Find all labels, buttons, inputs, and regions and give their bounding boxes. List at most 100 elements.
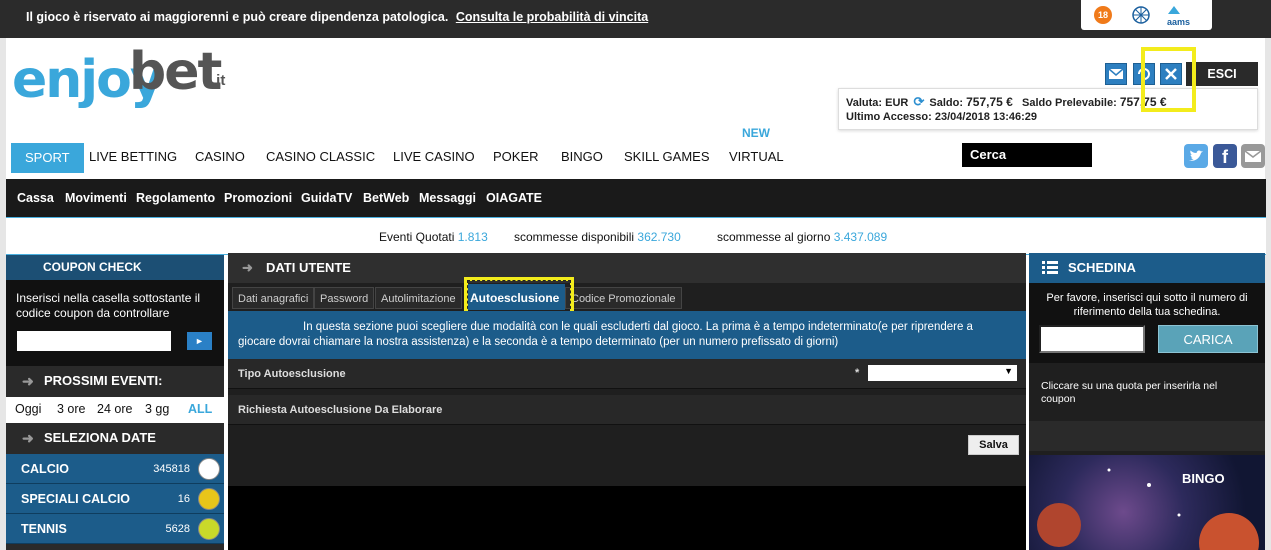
nav-casino[interactable]: CASINO bbox=[195, 141, 245, 173]
right-page-border bbox=[1265, 38, 1271, 550]
user-data-title: DATI UTENTE bbox=[266, 260, 351, 275]
sport-row-speciali-calcio[interactable]: SPECIALI CALCIO 16 bbox=[6, 484, 224, 514]
coupon-check-text: Inserisci nella casella sottostante il c… bbox=[16, 291, 201, 320]
subnav-betweb[interactable]: BetWeb bbox=[363, 191, 409, 205]
subnav-promozioni[interactable]: Promozioni bbox=[224, 191, 292, 205]
facebook-icon[interactable]: f bbox=[1213, 144, 1237, 168]
stat-available-label: scommesse disponibili bbox=[514, 230, 635, 244]
stat-events-value: 1.813 bbox=[457, 230, 488, 244]
subnav-messaggi[interactable]: Messaggi bbox=[419, 191, 476, 205]
exclusion-type-row: Tipo Autoesclusione * ▼ bbox=[228, 359, 1026, 389]
pending-request-label: Richiesta Autoesclusione Da Elaborare bbox=[238, 404, 443, 416]
odds-link[interactable]: Consulta le probabilità di vincita bbox=[456, 10, 648, 24]
mail-icon bbox=[1108, 68, 1124, 79]
coupon-submit-button[interactable]: ► bbox=[187, 332, 212, 350]
envelope-icon bbox=[1244, 150, 1262, 162]
special-soccer-icon bbox=[198, 488, 220, 510]
search-input[interactable]: Cerca bbox=[962, 143, 1092, 167]
left-sidebar: COUPON CHECK Inserisci nella casella sot… bbox=[6, 255, 224, 550]
user-data-panel: ➜ DATI UTENTE Dati anagrafici Password A… bbox=[228, 253, 1026, 550]
aams-mark-icon bbox=[1168, 6, 1180, 14]
tab-dati-anagrafici[interactable]: Dati anagrafici bbox=[232, 287, 315, 309]
sport-name: TENNIS bbox=[21, 522, 67, 536]
user-data-header: ➜ DATI UTENTE bbox=[228, 253, 1026, 283]
last-access-label: Ultimo Accesso: bbox=[846, 111, 932, 123]
nav-poker[interactable]: POKER bbox=[493, 141, 539, 173]
betslip-reference-input[interactable] bbox=[1039, 325, 1145, 353]
account-balance-row: Valuta: EUR ⟳ Saldo: 757,75 € Saldo Prel… bbox=[846, 94, 1167, 110]
save-button[interactable]: Salva bbox=[968, 435, 1019, 455]
nav-live-casino[interactable]: LIVE CASINO bbox=[393, 141, 475, 173]
filter-24h[interactable]: 24 ore bbox=[97, 402, 132, 416]
nav-bingo[interactable]: BINGO bbox=[561, 141, 603, 173]
required-mark: * bbox=[855, 367, 860, 379]
logout-button[interactable]: ESCI bbox=[1186, 62, 1258, 86]
sport-row-calcio[interactable]: CALCIO 345818 bbox=[6, 454, 224, 484]
subnav-oiagate[interactable]: OIAGATE bbox=[486, 191, 542, 205]
stat-available: scommesse disponibili 362.730 bbox=[514, 230, 681, 244]
logo-part-bet: bet bbox=[129, 42, 222, 102]
balance-label: Saldo: bbox=[929, 97, 964, 109]
tab-autolimitazione[interactable]: Autolimitazione bbox=[375, 287, 462, 309]
nav-virtual[interactable]: VIRTUAL bbox=[729, 141, 784, 173]
warning-message: Il gioco è riservato ai maggiorenni e pu… bbox=[26, 10, 449, 24]
balance-value: 757,75 € bbox=[966, 95, 1013, 109]
panel-footer-area bbox=[228, 486, 1026, 550]
self-exclusion-info: In questa sezione puoi scegliere due mod… bbox=[228, 311, 1026, 359]
refresh-balance-icon[interactable]: ⟳ bbox=[913, 94, 924, 109]
nav-skill-games[interactable]: SKILL GAMES bbox=[624, 141, 710, 173]
coupon-code-input[interactable] bbox=[17, 331, 171, 351]
betslip-hint-text: Cliccare su una quota per inserirla nel … bbox=[1041, 380, 1218, 405]
soccer-ball-icon bbox=[198, 458, 220, 480]
age-warning-text: Il gioco è riservato ai maggiorenni e pu… bbox=[26, 10, 648, 24]
new-badge: NEW bbox=[742, 126, 770, 140]
tab-codice-promozionale[interactable]: Codice Promozionale bbox=[565, 287, 682, 309]
info-line-1: In questa sezione puoi scegliere due mod… bbox=[303, 321, 973, 333]
sport-count: 345818 bbox=[153, 463, 190, 475]
tab-password[interactable]: Password bbox=[314, 287, 375, 309]
filter-3h[interactable]: 3 ore bbox=[57, 402, 86, 416]
bingo-promo-banner[interactable]: BINGO bbox=[1029, 455, 1265, 550]
filter-3d[interactable]: 3 gg bbox=[145, 402, 169, 416]
exclusion-type-label: Tipo Autoesclusione bbox=[238, 368, 346, 380]
nav-sport[interactable]: SPORT bbox=[11, 143, 84, 173]
sport-name: CALCIO bbox=[21, 462, 69, 476]
subnav-cassa[interactable]: Cassa bbox=[17, 191, 54, 205]
upcoming-arrow-icon: ➜ bbox=[22, 373, 34, 389]
subnav-movimenti[interactable]: Movimenti bbox=[65, 191, 127, 205]
sport-row-tennis[interactable]: TENNIS 5628 bbox=[6, 514, 224, 544]
betslip-hint: Cliccare su una quota per inserirla nel … bbox=[1029, 370, 1265, 418]
nav-casino-classic[interactable]: CASINO CLASSIC bbox=[266, 141, 375, 173]
bingo-banner-label: BINGO bbox=[1182, 471, 1225, 486]
filter-all[interactable]: ALL bbox=[188, 402, 212, 416]
page: Il gioco è riservato ai maggiorenni e pu… bbox=[0, 0, 1271, 550]
sport-name: SPECIALI CALCIO bbox=[21, 492, 131, 506]
select-dates-title: SELEZIONA DATE bbox=[44, 430, 156, 445]
messages-button[interactable] bbox=[1105, 63, 1127, 85]
filter-today[interactable]: Oggi bbox=[15, 402, 41, 416]
stat-available-value: 362.730 bbox=[637, 230, 681, 244]
nav-live-betting[interactable]: LIVE BETTING bbox=[89, 141, 177, 173]
coupon-check-title: COUPON CHECK bbox=[6, 255, 224, 280]
select-dates-header[interactable]: ➜ SELEZIONA DATE bbox=[6, 423, 224, 453]
betslip-title: SCHEDINA bbox=[1068, 260, 1136, 275]
currency-label: Valuta: bbox=[846, 97, 883, 109]
upcoming-events-header[interactable]: ➜ PROSSIMI EVENTI: bbox=[6, 366, 224, 396]
enjoybet-logo[interactable]: enjoy bet .it bbox=[12, 42, 252, 122]
twitter-icon[interactable] bbox=[1184, 144, 1208, 168]
betslip-instructions: Per favore, inserisci qui sotto il numer… bbox=[1046, 292, 1248, 318]
subnav-guidatv[interactable]: GuidaTV bbox=[301, 191, 352, 205]
dates-arrow-icon: ➜ bbox=[22, 430, 34, 446]
stat-daily-value: 3.437.089 bbox=[833, 230, 888, 244]
exclusion-type-select[interactable]: ▼ bbox=[868, 365, 1017, 381]
subnav-regolamento[interactable]: Regolamento bbox=[136, 191, 215, 205]
info-line-2: giocare dovrai chiamare la nostra assist… bbox=[238, 336, 839, 348]
share-mail-icon[interactable] bbox=[1241, 144, 1265, 168]
withdrawable-label: Saldo Prelevabile: bbox=[1021, 97, 1117, 109]
dropdown-arrow-icon: ▼ bbox=[1004, 366, 1013, 376]
load-betslip-button[interactable]: CARICA bbox=[1158, 325, 1258, 353]
betslip-load-panel: Per favore, inserisci qui sotto il numer… bbox=[1029, 283, 1265, 363]
stat-events-label: Eventi Quotati bbox=[379, 230, 455, 244]
regulator-wheel-icon bbox=[1132, 6, 1150, 24]
upcoming-events-title: PROSSIMI EVENTI: bbox=[44, 373, 163, 388]
